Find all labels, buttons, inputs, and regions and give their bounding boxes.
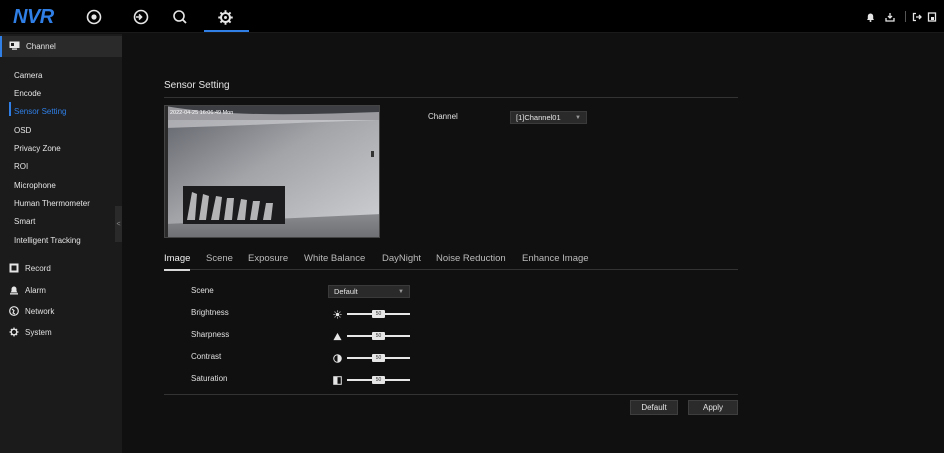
bell-icon[interactable] [864,11,876,23]
scene-select[interactable]: Default ▼ [328,285,410,298]
sidebar-item-microphone[interactable]: Microphone [14,181,56,190]
channel-label: Channel [428,112,458,121]
saturation-icon [332,375,342,385]
sidebar-header-label: Record [25,264,51,273]
gear-icon[interactable] [215,7,235,27]
sidebar-header-channel[interactable]: Channel [0,36,122,57]
lock-icon[interactable] [926,11,938,23]
sidebar-item-intelligent-tracking[interactable]: Intelligent Tracking [14,236,81,245]
sidebar-header-label: Channel [26,42,56,51]
tab-enhance-image[interactable]: Enhance Image [522,253,589,264]
saturation-label: Saturation [191,374,228,383]
chevron-down-icon: ▼ [398,289,404,295]
title-divider [164,97,738,98]
playback-icon[interactable] [131,7,151,27]
download-icon[interactable] [884,11,896,23]
sharpness-label: Sharpness [191,330,230,339]
sidebar-item-smart[interactable]: Smart [14,217,35,226]
brightness-label: Brightness [191,308,229,317]
sidebar-item-encode[interactable]: Encode [14,89,41,98]
slider-thumb[interactable]: 50 [372,332,385,340]
apply-button[interactable]: Apply [688,400,738,415]
sidebar-header-network[interactable]: Network [0,301,122,322]
scene-select-value: Default [334,287,358,296]
slider-thumb[interactable]: 50 [372,354,385,362]
globe-icon [9,305,19,318]
contrast-label: Contrast [191,352,222,361]
sidebar-header-label: Network [25,307,55,316]
sharpness-icon [332,331,342,341]
sidebar-header-system[interactable]: System [0,322,122,343]
page-title: Sensor Setting [164,80,230,91]
active-tab-underline [164,269,190,271]
sidebar-header-record[interactable]: Record [0,258,122,279]
main-content: Sensor Setting 2022-04-25 16:06:49 Mon C… [122,34,944,453]
active-item-marker [9,102,11,116]
sidebar-item-osd[interactable]: OSD [14,126,31,135]
channel-select-value: [1]Channel01 [516,113,561,122]
record-icon [9,263,19,275]
sidebar-item-privacy-zone[interactable]: Privacy Zone [14,144,61,153]
sidebar-item-human-thermometer[interactable]: Human Thermometer [14,199,90,208]
tab-daynight[interactable]: DayNight [382,253,421,264]
sidebar-collapse-handle[interactable]: < [115,206,122,242]
monitor-icon [9,41,20,52]
default-button[interactable]: Default [630,400,678,415]
footer-divider [164,394,738,395]
active-nav-indicator [204,30,249,32]
saturation-slider[interactable]: 50 [332,375,412,385]
preview-image: 2022-04-25 16:06:49 Mon [165,106,379,237]
osd-timestamp: 2022-04-25 16:06:49 Mon [170,110,233,116]
sidebar-item-camera[interactable]: Camera [14,71,42,80]
logout-icon[interactable] [911,11,923,23]
tab-noise-reduction[interactable]: Noise Reduction [436,253,506,264]
toolbar-divider [905,11,906,22]
contrast-slider[interactable]: 50 [332,353,412,363]
brightness-slider[interactable]: 50 [332,309,412,319]
sidebar-item-sensor-setting[interactable]: Sensor Setting [14,107,66,116]
sidebar: Channel Camera Encode Sensor Setting OSD… [0,34,122,453]
camera-preview[interactable]: 2022-04-25 16:06:49 Mon [164,105,380,238]
chevron-down-icon: ▼ [575,115,581,121]
sharpness-slider[interactable]: 50 [332,331,412,341]
target-icon[interactable] [84,7,104,27]
app-logo: NVR [13,6,54,28]
contrast-icon [332,353,342,363]
sidebar-header-label: System [25,328,52,337]
slider-thumb[interactable]: 50 [372,310,385,318]
scene-label: Scene [191,286,214,295]
sidebar-item-roi[interactable]: ROI [14,162,28,171]
sidebar-header-alarm[interactable]: Alarm [0,280,122,301]
top-bar: NVR [0,0,944,33]
tab-scene[interactable]: Scene [206,253,233,264]
channel-select[interactable]: [1]Channel01 ▼ [510,111,587,124]
sidebar-header-label: Alarm [25,286,46,295]
slider-thumb[interactable]: 50 [372,376,385,384]
sun-icon [332,309,342,319]
tab-image[interactable]: Image [164,253,190,264]
tab-exposure[interactable]: Exposure [248,253,288,264]
search-icon[interactable] [170,7,190,27]
tab-white-balance[interactable]: White Balance [304,253,365,264]
cog-icon [9,327,19,339]
alarm-icon [9,285,19,297]
sensor-tabs: Image Scene Exposure White Balance DayNi… [164,253,738,271]
